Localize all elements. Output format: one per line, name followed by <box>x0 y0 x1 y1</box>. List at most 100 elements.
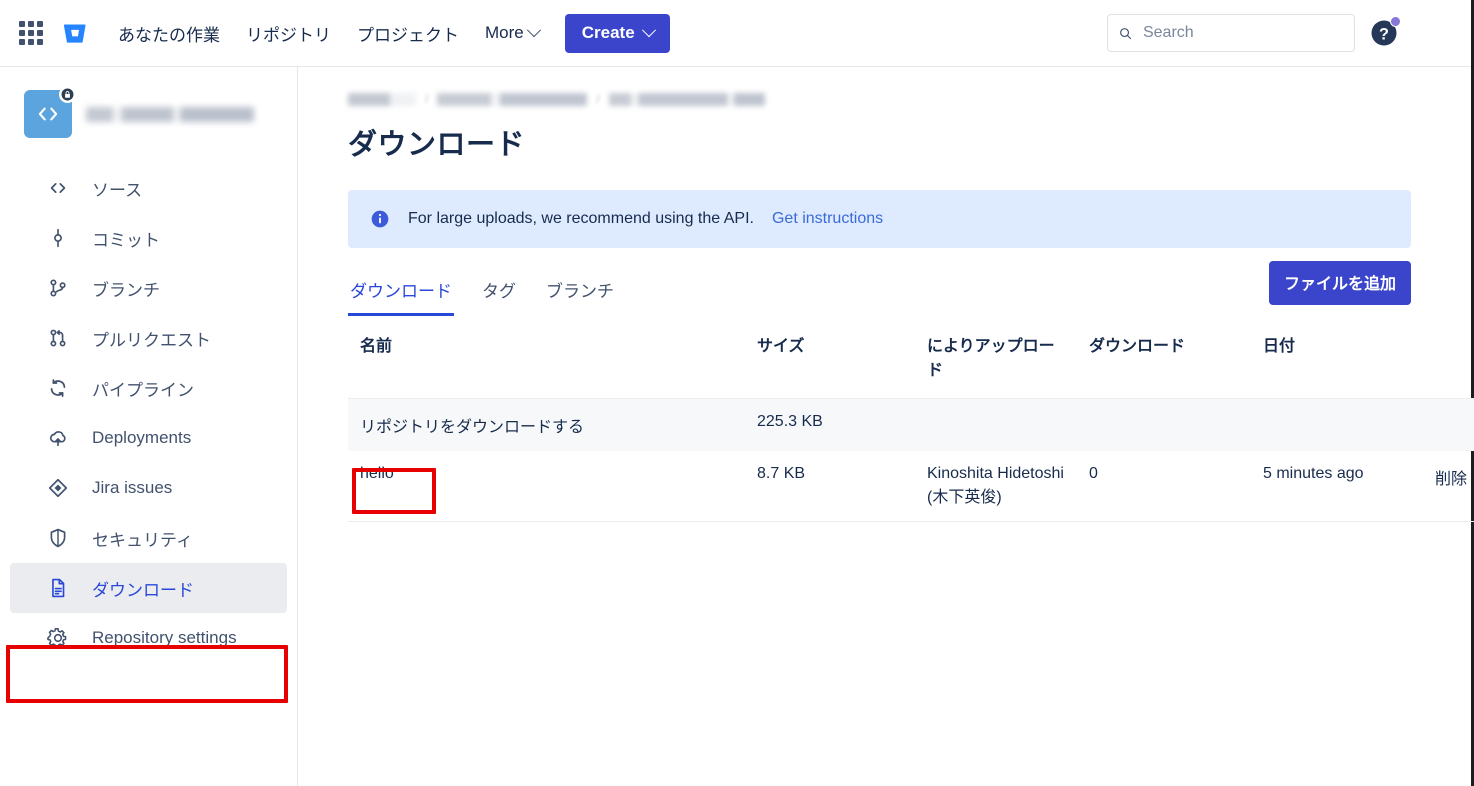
nav-link-repositories[interactable]: リポジトリ <box>246 21 331 46</box>
repository-sidebar: ソース コミット <box>0 67 298 786</box>
breadcrumb-separator: / <box>425 92 428 106</box>
sidebar-item-security[interactable]: セキュリティ <box>10 513 287 563</box>
document-download-icon <box>46 577 70 599</box>
sidebar-nav-list: ソース コミット <box>0 163 297 663</box>
sidebar-item-branches[interactable]: ブランチ <box>10 263 287 313</box>
nav-link-label: あなたの作業 <box>118 21 220 46</box>
tab-label: ダウンロード <box>350 282 452 301</box>
deployments-cloud-icon <box>46 427 70 449</box>
sidebar-item-label: プルリクエスト <box>92 326 211 351</box>
chevron-down-icon <box>642 23 656 37</box>
repository-avatar <box>24 90 72 138</box>
info-circle-icon <box>370 209 390 229</box>
column-header-date[interactable]: 日付 <box>1251 320 1423 399</box>
tab-tags[interactable]: タグ <box>480 277 518 316</box>
nav-link-your-work[interactable]: あなたの作業 <box>118 21 220 46</box>
delete-file-link[interactable]: 削除 <box>1423 451 1474 522</box>
column-header-downloads[interactable]: ダウンロード <box>1077 320 1251 399</box>
file-date <box>1251 399 1423 452</box>
file-download-count: 0 <box>1077 451 1251 522</box>
sidebar-item-repository-settings[interactable]: Repository settings <box>10 613 287 663</box>
info-banner: For large uploads, we recommend using th… <box>348 190 1411 248</box>
chevron-down-icon <box>527 23 541 37</box>
branch-icon <box>46 277 70 299</box>
sidebar-item-pipelines[interactable]: パイプライン <box>10 363 287 413</box>
breadcrumb: / / <box>348 89 1411 109</box>
sidebar-item-label: Deployments <box>92 428 191 448</box>
tabs-row: ダウンロード タグ ブランチ ファイルを追加 <box>348 270 1411 316</box>
get-instructions-link[interactable]: Get instructions <box>772 210 883 228</box>
column-header-actions <box>1423 320 1474 399</box>
page-body: ソース コミット <box>0 67 1471 786</box>
sidebar-item-label: セキュリティ <box>92 526 193 551</box>
sidebar-item-label: Jira issues <box>92 478 172 498</box>
sidebar-item-label: パイプライン <box>92 376 194 401</box>
file-name-download-repository[interactable]: リポジトリをダウンロードする <box>348 399 745 452</box>
svg-text:?: ? <box>1379 25 1389 43</box>
file-download-count <box>1077 399 1251 452</box>
jira-diamond-icon <box>46 477 70 499</box>
create-button-label: Create <box>582 23 635 43</box>
search-icon <box>1118 25 1133 42</box>
sidebar-item-label: ソース <box>92 176 142 201</box>
sidebar-item-source[interactable]: ソース <box>10 163 287 213</box>
file-date: 5 minutes ago <box>1251 451 1423 522</box>
breadcrumb-item-repository[interactable] <box>609 93 765 106</box>
sidebar-item-label: コミット <box>92 226 160 251</box>
sidebar-item-deployments[interactable]: Deployments <box>10 413 287 463</box>
browser-page: あなたの作業 リポジトリ プロジェクト More Create <box>0 0 1474 786</box>
info-banner-text: For large uploads, we recommend using th… <box>408 210 754 228</box>
breadcrumb-item-workspace[interactable] <box>348 93 416 106</box>
repository-name <box>86 107 254 122</box>
sidebar-item-label: ブランチ <box>92 276 160 301</box>
search-input[interactable] <box>1141 23 1344 43</box>
nav-link-projects[interactable]: プロジェクト <box>357 21 459 46</box>
repository-header[interactable] <box>0 79 297 141</box>
sidebar-item-jira-issues[interactable]: Jira issues <box>10 463 287 513</box>
top-navigation-right: ? <box>1107 14 1455 52</box>
file-actions <box>1423 399 1474 452</box>
file-name-hello[interactable]: hello <box>348 451 745 522</box>
pull-request-icon <box>46 327 70 349</box>
top-navigation-bar: あなたの作業 リポジトリ プロジェクト More Create <box>0 0 1471 67</box>
tab-downloads[interactable]: ダウンロード <box>348 277 454 316</box>
breadcrumb-item-project[interactable] <box>437 93 587 106</box>
nav-link-label: リポジトリ <box>246 21 331 46</box>
table-row[interactable]: リポジトリをダウンロードする 225.3 KB <box>348 399 1474 452</box>
file-size: 225.3 KB <box>745 399 915 452</box>
add-file-button[interactable]: ファイルを追加 <box>1269 261 1411 305</box>
tab-branches[interactable]: ブランチ <box>544 277 616 316</box>
file-uploaded-by <box>915 399 1077 452</box>
file-uploaded-by: Kinoshita Hidetoshi (木下英俊) <box>915 451 1077 522</box>
nav-link-label: プロジェクト <box>357 21 459 46</box>
commit-icon <box>46 227 70 249</box>
column-header-name[interactable]: 名前 <box>348 320 745 399</box>
sidebar-item-label: ダウンロード <box>92 576 194 601</box>
sidebar-item-downloads[interactable]: ダウンロード <box>10 563 287 613</box>
pipelines-icon <box>46 377 70 399</box>
downloads-table: 名前 サイズ によりアップロード ダウンロード 日付 リポジトリをダウンロードす… <box>348 320 1474 522</box>
tab-label: ブランチ <box>546 282 614 301</box>
column-header-size[interactable]: サイズ <box>745 320 915 399</box>
search-box[interactable] <box>1107 14 1355 52</box>
app-switcher-icon[interactable] <box>18 20 44 46</box>
code-brackets-icon <box>46 177 70 199</box>
shield-icon <box>46 527 70 549</box>
file-size: 8.7 KB <box>745 451 915 522</box>
nav-link-more[interactable]: More <box>485 23 539 43</box>
lock-icon <box>59 86 76 103</box>
main-content: / / ダウンロード For large uploads, we recomme… <box>298 67 1471 786</box>
tab-label: タグ <box>482 282 516 301</box>
code-brackets-icon <box>35 101 61 127</box>
table-row[interactable]: hello 8.7 KB Kinoshita Hidetoshi (木下英俊) … <box>348 451 1474 522</box>
nav-link-label: More <box>485 23 524 43</box>
help-button[interactable]: ? <box>1369 18 1399 48</box>
create-button[interactable]: Create <box>565 14 670 53</box>
sidebar-item-commits[interactable]: コミット <box>10 213 287 263</box>
sidebar-item-pull-requests[interactable]: プルリクエスト <box>10 313 287 363</box>
table-header-row: 名前 サイズ によりアップロード ダウンロード 日付 <box>348 320 1474 399</box>
bitbucket-logo-icon[interactable] <box>60 18 90 48</box>
column-header-uploaded-by[interactable]: によりアップロード <box>915 320 1077 399</box>
sidebar-item-label: Repository settings <box>92 628 237 648</box>
page-title: ダウンロード <box>348 121 1411 163</box>
